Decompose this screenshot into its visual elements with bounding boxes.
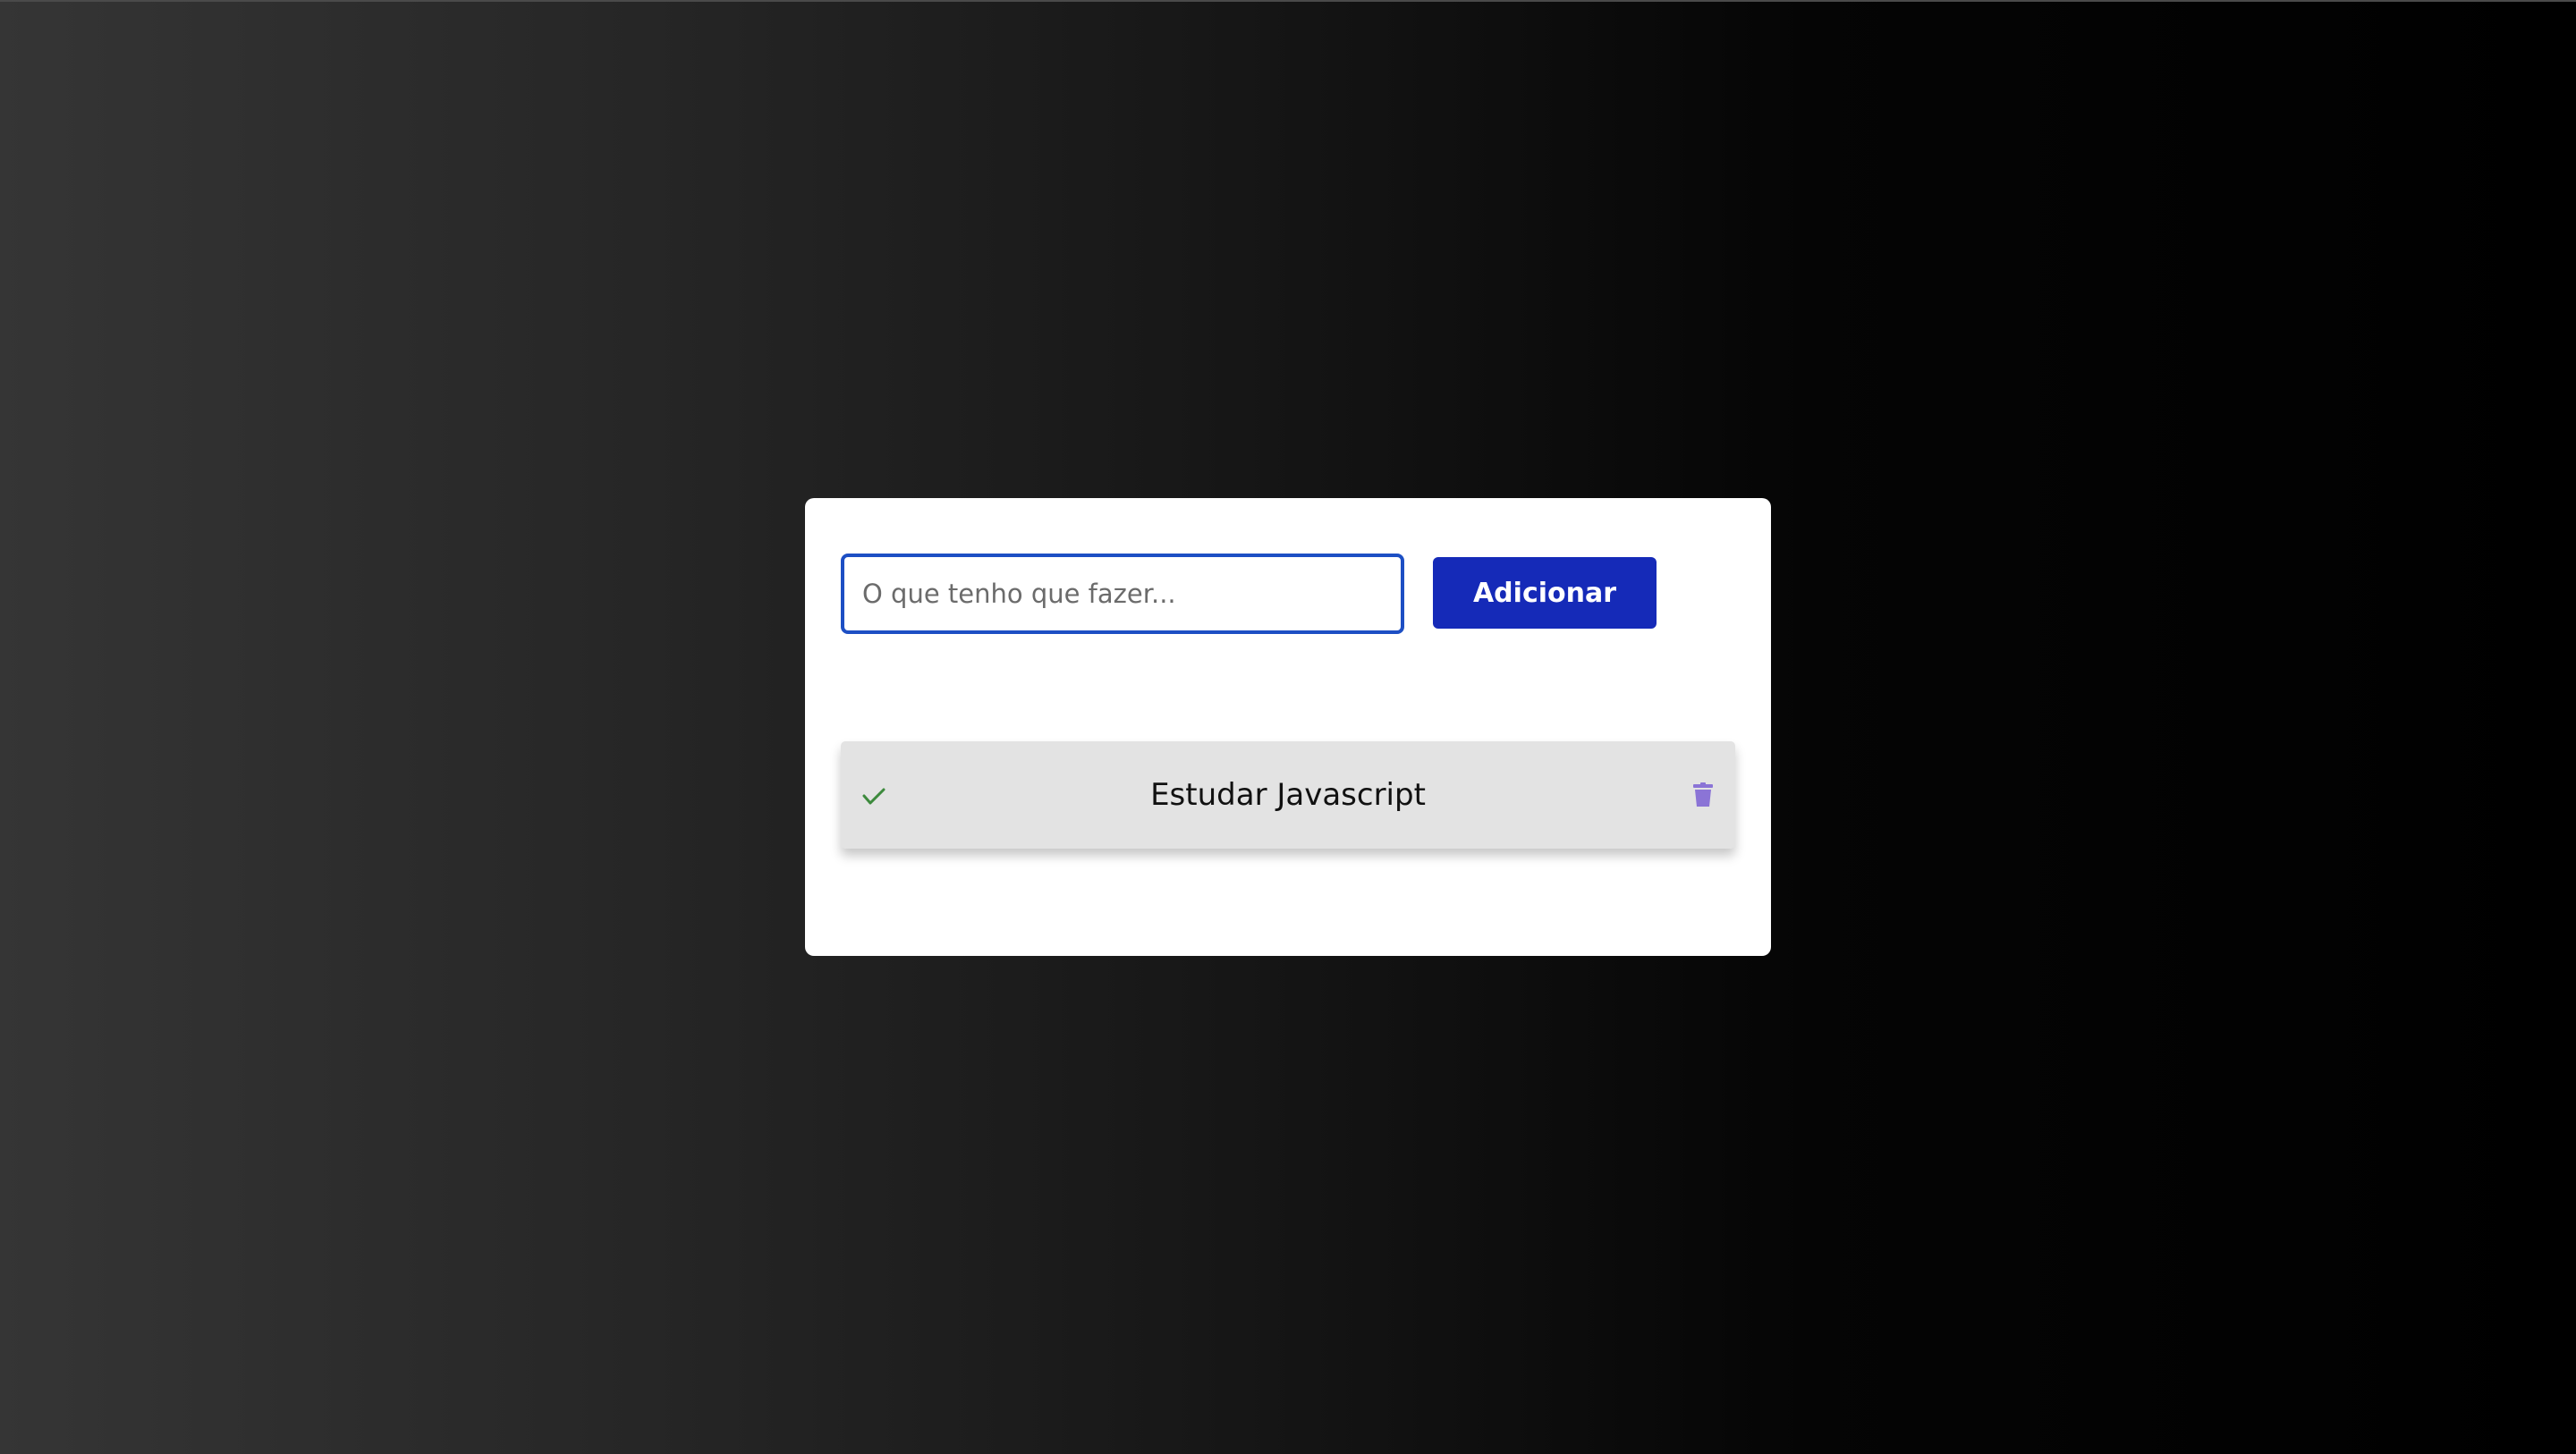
todo-card: Adicionar Estudar Javascript <box>805 498 1771 956</box>
task-item: Estudar Javascript <box>841 741 1735 849</box>
task-list: Estudar Javascript <box>841 741 1735 849</box>
task-input[interactable] <box>841 554 1404 634</box>
add-task-button[interactable]: Adicionar <box>1433 557 1657 629</box>
window-top-border <box>0 0 2576 2</box>
trash-icon[interactable] <box>1692 782 1714 807</box>
check-icon[interactable] <box>860 782 887 809</box>
task-text: Estudar Javascript <box>1150 777 1426 813</box>
